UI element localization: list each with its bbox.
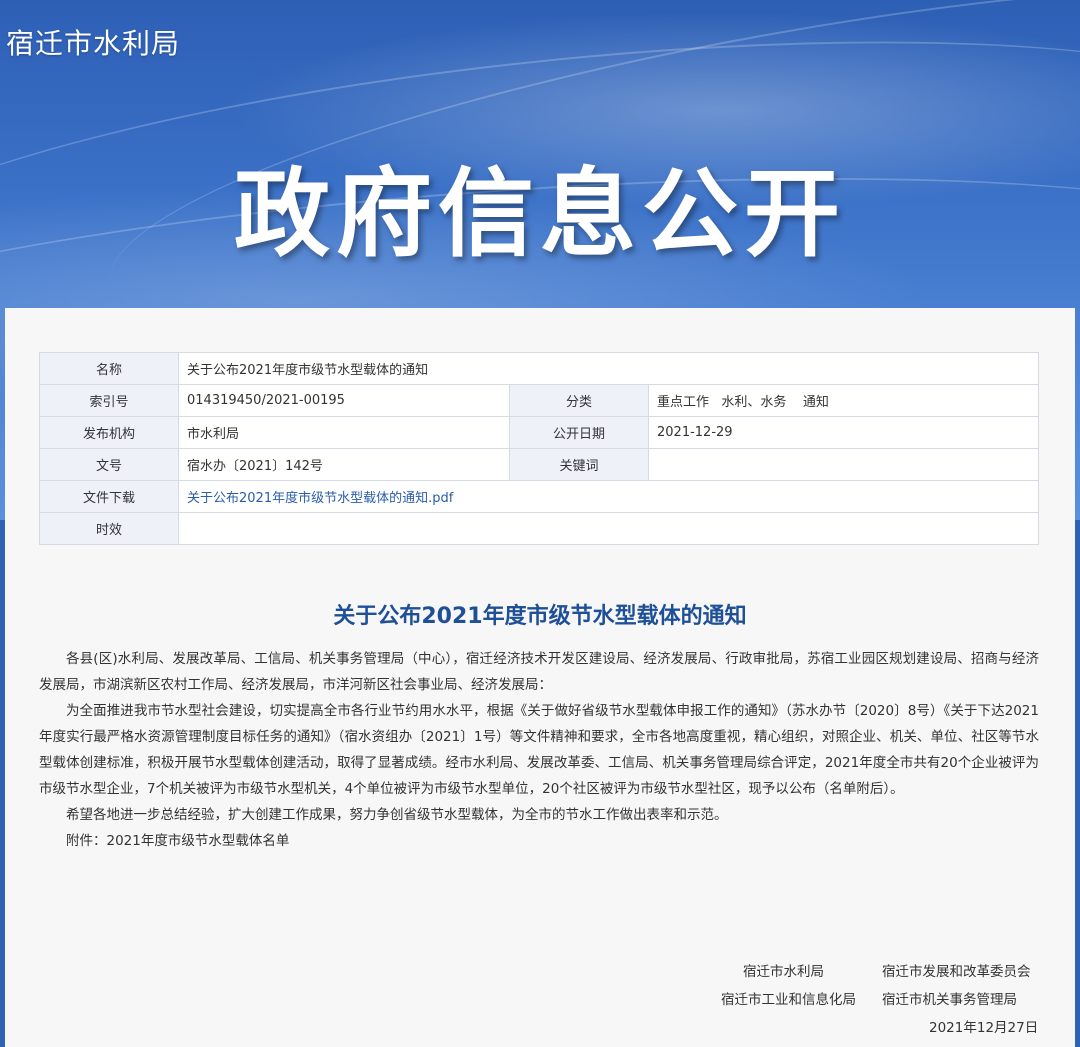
meta-label: 文号 [39, 448, 179, 481]
meta-row-publisher: 发布机构 市水利局 公开日期 2021-12-29 [39, 416, 1039, 449]
meta-row-download: 文件下载 关于公布2021年度市级节水型载体的通知.pdf [39, 480, 1039, 513]
signature-org: 宿迁市水利局 [743, 964, 824, 980]
signature-org: 宿迁市工业和信息化局 [721, 992, 856, 1008]
site-name[interactable]: 宿迁市水利局 [6, 22, 180, 62]
meta-label: 分类 [509, 384, 649, 417]
meta-label: 公开日期 [509, 416, 649, 449]
meta-label: 文件下载 [39, 480, 179, 513]
meta-label: 发布机构 [39, 416, 179, 449]
meta-value-keywords [648, 448, 1039, 481]
content-panel: 名称 关于公布2021年度市级节水型载体的通知 索引号 014319450/20… [5, 308, 1075, 1047]
meta-value-download: 关于公布2021年度市级节水型载体的通知.pdf [178, 480, 1039, 513]
meta-value-date: 2021-12-29 [648, 416, 1039, 449]
article-title: 关于公布2021年度市级节水型载体的通知 [333, 604, 747, 629]
download-link[interactable]: 关于公布2021年度市级节水型载体的通知.pdf [187, 491, 453, 506]
signature-org: 宿迁市机关事务管理局 [882, 992, 1017, 1008]
meta-label: 名称 [39, 352, 179, 385]
meta-value-index: 014319450/2021-00195 [178, 384, 510, 417]
meta-row-index: 索引号 014319450/2021-00195 分类 重点工作 水利、水务 通… [39, 384, 1039, 417]
meta-value-publisher: 市水利局 [178, 416, 510, 449]
article-paragraph: 为全面推进我市节水型社会建设，切实提高全市各行业节约用水水平，根据《关于做好省级… [39, 703, 1039, 797]
article-paragraph: 各县(区)水利局、发展改革局、工信局、机关事务管理局（中心），宿迁经济技术开发区… [39, 651, 1039, 693]
document-meta-table: 名称 关于公布2021年度市级节水型载体的通知 索引号 014319450/20… [39, 352, 1039, 545]
meta-value-docno: 宿水办〔2021〕142号 [178, 448, 510, 481]
signature-org: 宿迁市发展和改革委员会 [882, 964, 1031, 980]
signature-date: 2021年12月27日 [929, 1020, 1039, 1036]
category-text: 重点工作 水利、水务 通知 [657, 395, 829, 410]
article-body: 各县(区)水利局、发展改革局、工信局、机关事务管理局（中心），宿迁经济技术开发区… [39, 646, 1039, 854]
meta-value-validity [178, 512, 1039, 545]
meta-row-docno: 文号 宿水办〔2021〕142号 关键词 [39, 448, 1039, 481]
article-paragraph: 希望各地进一步总结经验，扩大创建工作成果，努力争创省级节水型载体，为全市的节水工… [66, 807, 728, 823]
meta-row-name: 名称 关于公布2021年度市级节水型载体的通知 [39, 352, 1039, 385]
meta-row-validity: 时效 [39, 512, 1039, 545]
meta-label: 关键词 [509, 448, 649, 481]
meta-value-category: 重点工作 水利、水务 通知 [648, 384, 1039, 417]
article-paragraph: 附件：2021年度市级节水型载体名单 [66, 833, 290, 849]
meta-label: 索引号 [39, 384, 179, 417]
meta-value-name: 关于公布2021年度市级节水型载体的通知 [178, 352, 1039, 385]
meta-label: 时效 [39, 512, 179, 545]
banner-title: 政府信息公开 [234, 158, 846, 270]
